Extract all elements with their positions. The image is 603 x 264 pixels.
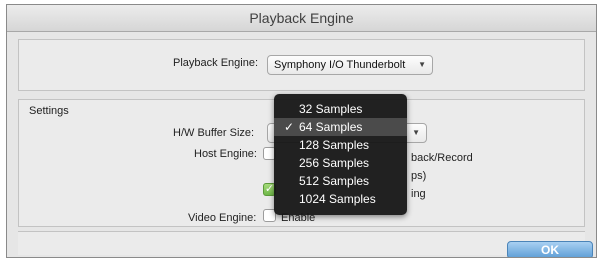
- checkmark-icon: ✓: [284, 120, 295, 134]
- dropdown-item[interactable]: 512 Samples: [274, 172, 407, 190]
- dropdown-item[interactable]: 256 Samples: [274, 154, 407, 172]
- dropdown-item[interactable]: 128 Samples: [274, 136, 407, 154]
- host-engine-option-text-3: ing: [411, 188, 426, 200]
- hw-buffer-size-label: H/W Buffer Size:: [173, 127, 255, 139]
- settings-section-label: Settings: [29, 105, 69, 117]
- dropdown-item[interactable]: 1024 Samples: [274, 190, 407, 208]
- check-icon: ✓: [264, 183, 275, 195]
- playback-engine-label: Playback Engine:: [173, 57, 258, 69]
- dropdown-item-label: 64 Samples: [299, 120, 363, 134]
- host-engine-label: Host Engine:: [194, 148, 257, 160]
- host-engine-option-text-2: ps): [411, 170, 427, 182]
- host-engine-option-text: back/Record: [411, 152, 473, 164]
- chevron-down-icon: ▼: [412, 128, 420, 137]
- ok-button[interactable]: OK: [507, 241, 593, 257]
- dropdown-item[interactable]: 32 Samples: [274, 100, 407, 118]
- video-engine-label: Video Engine:: [188, 212, 257, 224]
- chevron-down-icon: ▼: [418, 60, 426, 69]
- playback-engine-select[interactable]: Symphony I/O Thunderbolt ▼: [267, 55, 433, 75]
- dropdown-item-selected[interactable]: ✓ 64 Samples: [274, 118, 407, 136]
- buffer-size-dropdown: 32 Samples ✓ 64 Samples 128 Samples 256 …: [274, 94, 407, 215]
- window-title: Playback Engine: [7, 5, 596, 32]
- footer-bar: [18, 231, 585, 255]
- playback-engine-value: Symphony I/O Thunderbolt: [274, 59, 406, 71]
